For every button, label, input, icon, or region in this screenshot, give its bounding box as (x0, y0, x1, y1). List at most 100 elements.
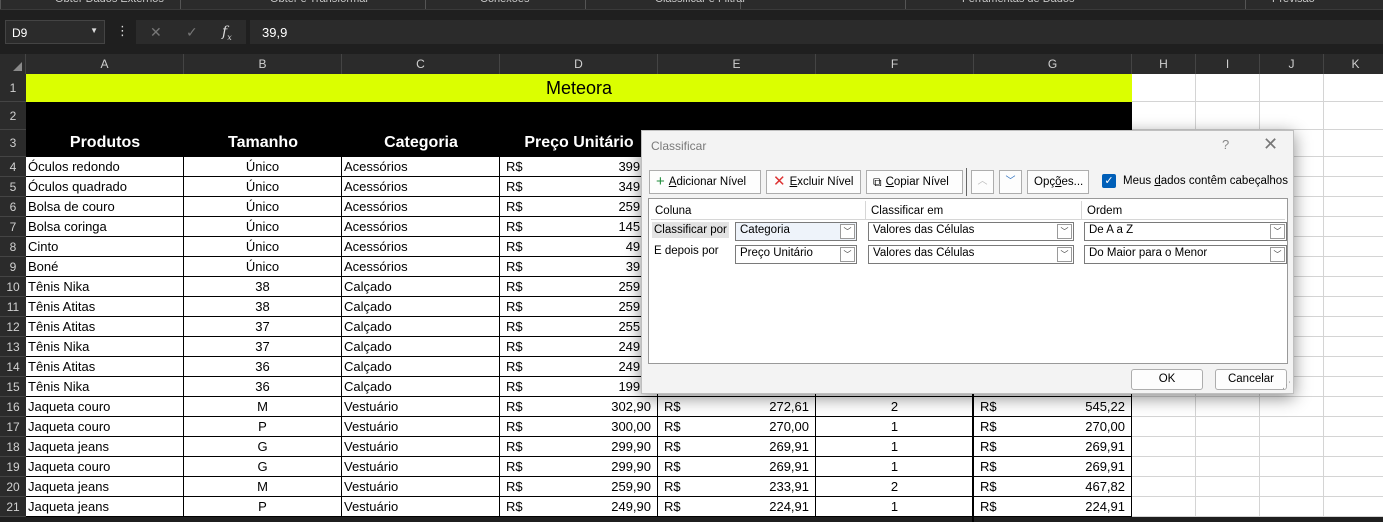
total-cell[interactable]: R$ 269,91 (974, 437, 1132, 457)
column-header-d[interactable]: D (500, 54, 658, 74)
column-header-g[interactable]: G (974, 54, 1132, 74)
empty-cell[interactable] (1196, 417, 1260, 437)
category-cell[interactable]: Calçado (342, 377, 500, 397)
empty-cell[interactable] (1260, 417, 1324, 437)
name-box[interactable]: D9 ▼ (5, 20, 105, 44)
empty-cell[interactable] (1260, 457, 1324, 477)
unit-price-cell[interactable]: R$ 302,90 (500, 397, 658, 417)
column-header-a[interactable]: A (26, 54, 184, 74)
product-cell[interactable]: Jaqueta jeans (26, 437, 184, 457)
size-cell[interactable]: 38 (184, 277, 342, 297)
quantity-cell[interactable]: 2 (816, 477, 974, 497)
size-cell[interactable]: Único (184, 197, 342, 217)
row-header[interactable]: 10 (0, 277, 26, 297)
category-cell[interactable]: Calçado (342, 317, 500, 337)
empty-cell[interactable] (1132, 74, 1196, 102)
row-header[interactable]: 17 (0, 417, 26, 437)
discount-price-cell[interactable]: R$ 233,91 (658, 477, 816, 497)
chevron-down-icon[interactable]: ▼ (90, 26, 98, 35)
empty-cell[interactable] (1132, 397, 1196, 417)
level-2-sort-on-select[interactable]: Valores das Células ﹀ (868, 245, 1074, 264)
empty-cell[interactable] (1324, 177, 1383, 197)
category-cell[interactable]: Acessórios (342, 157, 500, 177)
empty-cell[interactable] (1260, 102, 1324, 130)
row-header[interactable]: 2 (0, 102, 26, 130)
empty-cell[interactable] (1324, 477, 1383, 497)
total-cell[interactable]: R$ 467,82 (974, 477, 1132, 497)
empty-cell[interactable] (1260, 437, 1324, 457)
level-2-label[interactable]: E depois por (652, 243, 721, 259)
move-up-button[interactable]: ︿ (971, 170, 994, 194)
empty-cell[interactable] (1324, 337, 1383, 357)
discount-price-cell[interactable]: R$ 224,91 (658, 497, 816, 517)
empty-cell[interactable] (1324, 397, 1383, 417)
row-header[interactable]: 7 (0, 217, 26, 237)
chevron-down-icon[interactable]: ﹀ (1057, 247, 1072, 262)
total-cell[interactable]: R$ 270,00 (974, 417, 1132, 437)
total-cell[interactable]: R$ 545,22 (974, 397, 1132, 417)
size-cell[interactable]: Único (184, 237, 342, 257)
empty-cell[interactable] (1196, 457, 1260, 477)
unit-price-cell[interactable]: R$ 255,0 (500, 317, 658, 337)
unit-price-cell[interactable]: R$ 199,9 (500, 377, 658, 397)
unit-price-cell[interactable]: R$ 259,90 (500, 477, 658, 497)
category-cell[interactable]: Vestuário (342, 497, 500, 517)
level-2-order-select[interactable]: Do Maior para o Menor ﹀ (1084, 245, 1287, 264)
category-cell[interactable]: Vestuário (342, 477, 500, 497)
ok-button[interactable]: OK (1131, 369, 1203, 390)
discount-price-cell[interactable]: R$ 269,91 (658, 457, 816, 477)
row-header[interactable]: 8 (0, 237, 26, 257)
chevron-down-icon[interactable]: ﹀ (840, 224, 855, 239)
row-header[interactable]: 1 (0, 74, 26, 102)
product-cell[interactable]: Jaqueta jeans (26, 477, 184, 497)
column-header-e[interactable]: E (658, 54, 816, 74)
empty-cell[interactable] (1196, 397, 1260, 417)
options-button[interactable]: Opções... (1027, 170, 1089, 194)
column-header-j[interactable]: J (1260, 54, 1324, 74)
size-cell[interactable]: 36 (184, 377, 342, 397)
quantity-cell[interactable]: 2 (816, 397, 974, 417)
level-1-label[interactable]: Classificar por (652, 222, 729, 238)
row-header[interactable]: 13 (0, 337, 26, 357)
product-cell[interactable]: Jaqueta couro (26, 457, 184, 477)
product-cell[interactable]: Tênis Atitas (26, 297, 184, 317)
size-cell[interactable]: G (184, 437, 342, 457)
move-down-button[interactable]: ﹀ (999, 170, 1022, 194)
column-header-b[interactable]: B (184, 54, 342, 74)
size-cell[interactable]: 37 (184, 337, 342, 357)
chevron-down-icon[interactable]: ﹀ (840, 247, 855, 262)
empty-cell[interactable] (1260, 497, 1324, 517)
empty-cell[interactable] (1196, 74, 1260, 102)
empty-cell[interactable] (1132, 477, 1196, 497)
category-cell[interactable]: Acessórios (342, 197, 500, 217)
column-header-i[interactable]: I (1196, 54, 1260, 74)
help-icon[interactable]: ? (1222, 137, 1229, 152)
level-2-column-select[interactable]: Preço Unitário ﹀ (735, 245, 857, 264)
fx-icon[interactable]: fx (222, 24, 232, 42)
row-header[interactable]: 20 (0, 477, 26, 497)
empty-cell[interactable] (1324, 357, 1383, 377)
empty-cell[interactable] (1324, 197, 1383, 217)
empty-cell[interactable] (1324, 497, 1383, 517)
has-headers-checkbox[interactable]: ✓ (1102, 174, 1116, 188)
row-header[interactable]: 12 (0, 317, 26, 337)
row-header[interactable]: 3 (0, 130, 26, 157)
discount-price-cell[interactable]: R$ 272,61 (658, 397, 816, 417)
empty-cell[interactable] (1324, 257, 1383, 277)
product-cell[interactable]: Óculos redondo (26, 157, 184, 177)
column-header-h[interactable]: H (1132, 54, 1196, 74)
row-header[interactable]: 21 (0, 497, 26, 517)
empty-cell[interactable] (1260, 397, 1324, 417)
copy-level-button[interactable]: ⧉ Copiar Nível (866, 170, 963, 194)
level-1-column-select[interactable]: Categoria ﹀ (735, 222, 857, 241)
size-cell[interactable]: M (184, 397, 342, 417)
empty-cell[interactable] (1324, 237, 1383, 257)
empty-cell[interactable] (1196, 477, 1260, 497)
quantity-cell[interactable]: 1 (816, 497, 974, 517)
size-cell[interactable]: 37 (184, 317, 342, 337)
product-cell[interactable]: Tênis Atitas (26, 317, 184, 337)
empty-cell[interactable] (1132, 457, 1196, 477)
category-cell[interactable]: Vestuário (342, 397, 500, 417)
chevron-down-icon[interactable]: ﹀ (1270, 224, 1285, 239)
level-1-sort-on-select[interactable]: Valores das Células ﹀ (868, 222, 1074, 241)
